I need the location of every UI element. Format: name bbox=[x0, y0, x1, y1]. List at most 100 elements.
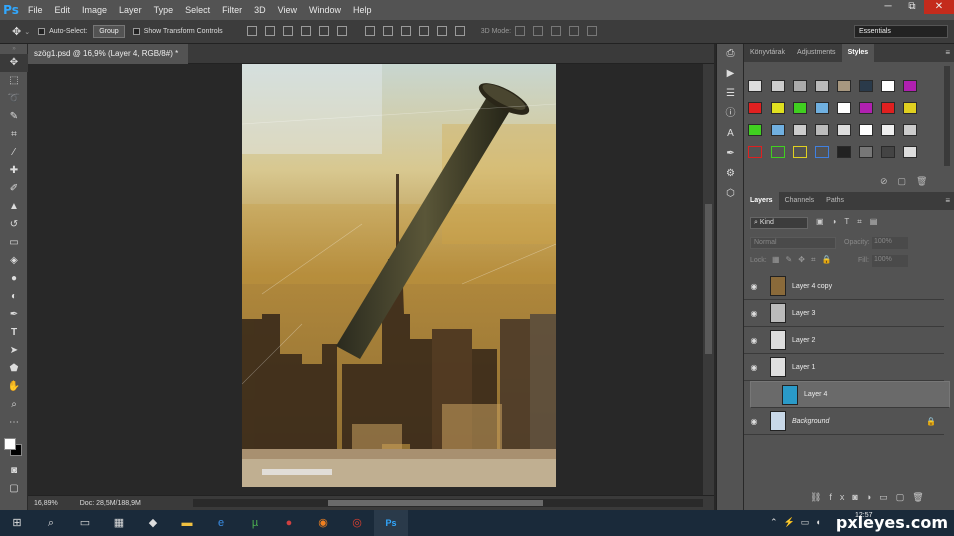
brushes-icon[interactable]: ✒ bbox=[717, 144, 744, 164]
style-swatch[interactable] bbox=[815, 102, 829, 114]
style-swatch[interactable] bbox=[837, 124, 851, 136]
canvas-area[interactable] bbox=[28, 64, 703, 495]
eye-icon[interactable]: ◉ bbox=[744, 282, 764, 291]
style-swatch[interactable] bbox=[815, 80, 829, 92]
layer-thumbnail[interactable] bbox=[770, 357, 786, 377]
history-brush-tool-icon[interactable]: ↺ bbox=[0, 216, 28, 234]
document-tab[interactable]: szög1.psd @ 16,9% (Layer 4, RGB/8#) * ✕ bbox=[28, 44, 188, 78]
style-swatch[interactable] bbox=[881, 102, 895, 114]
toolbar-grip[interactable]: » bbox=[0, 44, 28, 54]
style-swatch[interactable] bbox=[881, 124, 895, 136]
group-select[interactable]: Group bbox=[93, 25, 125, 38]
style-swatch[interactable] bbox=[837, 80, 851, 92]
paint-bucket-tool-icon[interactable]: ◈ bbox=[0, 252, 28, 270]
layer-thumbnail[interactable] bbox=[782, 384, 798, 405]
menu-help[interactable]: Help bbox=[347, 0, 378, 20]
layer-thumbnail[interactable] bbox=[770, 303, 786, 323]
menu-3d[interactable]: 3D bbox=[248, 0, 272, 20]
task-view-icon[interactable]: ▭ bbox=[68, 510, 102, 536]
layer-row[interactable]: ◉ Layer 1 bbox=[744, 354, 944, 381]
style-swatch[interactable] bbox=[793, 124, 807, 136]
utorrent-icon[interactable]: µ bbox=[238, 510, 272, 536]
lasso-tool-icon[interactable]: ➰ bbox=[0, 90, 28, 108]
app-icon[interactable]: ◆ bbox=[136, 510, 170, 536]
stamp-tool-icon[interactable]: ▲ bbox=[0, 198, 28, 216]
eye-icon[interactable]: ◉ bbox=[744, 363, 764, 372]
style-swatch[interactable] bbox=[859, 102, 873, 114]
pen-tool-icon[interactable]: ✒ bbox=[0, 306, 28, 324]
layers-menu-icon[interactable]: ≡ bbox=[945, 192, 954, 210]
move-tool-icon[interactable]: ✥ bbox=[12, 25, 21, 38]
history-icon[interactable]: ⎙ bbox=[717, 44, 744, 64]
tab-paths[interactable]: Paths bbox=[820, 192, 850, 210]
marquee-tool-icon[interactable]: ⬚ bbox=[0, 72, 28, 90]
zoom-tool-icon[interactable]: ⌕ bbox=[0, 396, 28, 414]
menu-filter[interactable]: Filter bbox=[216, 0, 248, 20]
shape-tool-icon[interactable]: ⬟ bbox=[0, 360, 28, 378]
style-swatch[interactable] bbox=[748, 80, 762, 92]
horizontal-scrollbar[interactable] bbox=[193, 499, 703, 507]
foreground-color[interactable] bbox=[4, 438, 16, 450]
lock-icons[interactable]: ▦✎✥⌗🔒 bbox=[772, 255, 837, 265]
media-app-icon[interactable]: ● bbox=[272, 510, 306, 536]
layer-thumbnail[interactable] bbox=[770, 276, 786, 296]
layer-name[interactable]: Layer 1 bbox=[792, 364, 815, 371]
color-swatches[interactable] bbox=[0, 432, 27, 462]
maximize-button[interactable]: ⧉ bbox=[900, 0, 924, 14]
chrome-icon[interactable]: ◎ bbox=[340, 510, 374, 536]
layer-row[interactable]: ◉ Background 🔒 bbox=[744, 408, 944, 435]
kind-filter-select[interactable]: ⌕ Kind bbox=[750, 217, 808, 229]
style-swatch[interactable] bbox=[903, 146, 917, 158]
layer-name[interactable]: Background bbox=[792, 418, 829, 425]
hand-tool-icon[interactable]: ✋ bbox=[0, 378, 28, 396]
workspace-select[interactable]: Essentials bbox=[854, 25, 948, 38]
opacity-field[interactable]: 100% bbox=[872, 237, 908, 249]
menu-edit[interactable]: Edit bbox=[49, 0, 77, 20]
tab-styles[interactable]: Styles bbox=[841, 44, 875, 62]
style-swatch[interactable] bbox=[748, 124, 762, 136]
tab-libraries[interactable]: Könyvtárak bbox=[744, 44, 791, 62]
style-swatch[interactable] bbox=[903, 124, 917, 136]
styles-footer-icons[interactable]: ⊘▢🗑 bbox=[880, 176, 937, 187]
document-canvas[interactable] bbox=[242, 64, 556, 487]
menu-image[interactable]: Image bbox=[76, 0, 113, 20]
fill-field[interactable]: 100% bbox=[872, 255, 908, 267]
filter-icons[interactable]: ▣◑T⌗▤ bbox=[816, 217, 885, 227]
menu-type[interactable]: Type bbox=[148, 0, 180, 20]
tab-channels[interactable]: Channels bbox=[779, 192, 821, 210]
edge-browser-icon[interactable]: e bbox=[204, 510, 238, 536]
style-swatch[interactable] bbox=[793, 146, 807, 158]
move-tool-icon[interactable]: ✥ bbox=[0, 54, 28, 72]
windows-start-icon[interactable]: ⊞ bbox=[0, 510, 34, 536]
vertical-scrollbar[interactable] bbox=[703, 64, 714, 495]
properties-icon[interactable]: ☰ bbox=[717, 84, 744, 104]
menu-file[interactable]: File bbox=[22, 0, 49, 20]
style-swatch[interactable] bbox=[815, 146, 829, 158]
layer-name[interactable]: Layer 2 bbox=[792, 337, 815, 344]
layer-thumbnail[interactable] bbox=[770, 330, 786, 350]
minimize-button[interactable]: ─ bbox=[876, 0, 900, 14]
style-swatch[interactable] bbox=[793, 80, 807, 92]
style-swatch[interactable] bbox=[837, 102, 851, 114]
layer-row[interactable]: Layer 4 bbox=[750, 381, 950, 408]
styles-scrollbar[interactable] bbox=[944, 66, 950, 166]
tool-presets-icon[interactable]: ⚙ bbox=[717, 164, 744, 184]
info-icon[interactable]: ⓘ bbox=[717, 104, 744, 124]
style-swatch[interactable] bbox=[748, 102, 762, 114]
style-swatch[interactable] bbox=[881, 146, 895, 158]
vertical-scroll-thumb[interactable] bbox=[705, 204, 712, 354]
eye-icon[interactable]: ◉ bbox=[744, 309, 764, 318]
path-select-tool-icon[interactable]: ➤ bbox=[0, 342, 28, 360]
close-button[interactable]: ✕ bbox=[924, 0, 954, 14]
menu-view[interactable]: View bbox=[272, 0, 303, 20]
3d-mode-icons[interactable] bbox=[511, 25, 601, 38]
layer-thumbnail[interactable] bbox=[770, 411, 786, 431]
style-swatch[interactable] bbox=[881, 80, 895, 92]
file-explorer-icon[interactable]: ▬ bbox=[170, 510, 204, 536]
crop-tool-icon[interactable]: ⌗ bbox=[0, 126, 28, 144]
system-tray-icons[interactable]: ⌃⚡▭◖ bbox=[770, 517, 827, 528]
auto-select-checkbox[interactable] bbox=[38, 28, 46, 35]
style-swatch[interactable] bbox=[859, 124, 873, 136]
style-swatch[interactable] bbox=[903, 80, 917, 92]
layer-row[interactable]: ◉ Layer 4 copy bbox=[744, 273, 944, 300]
